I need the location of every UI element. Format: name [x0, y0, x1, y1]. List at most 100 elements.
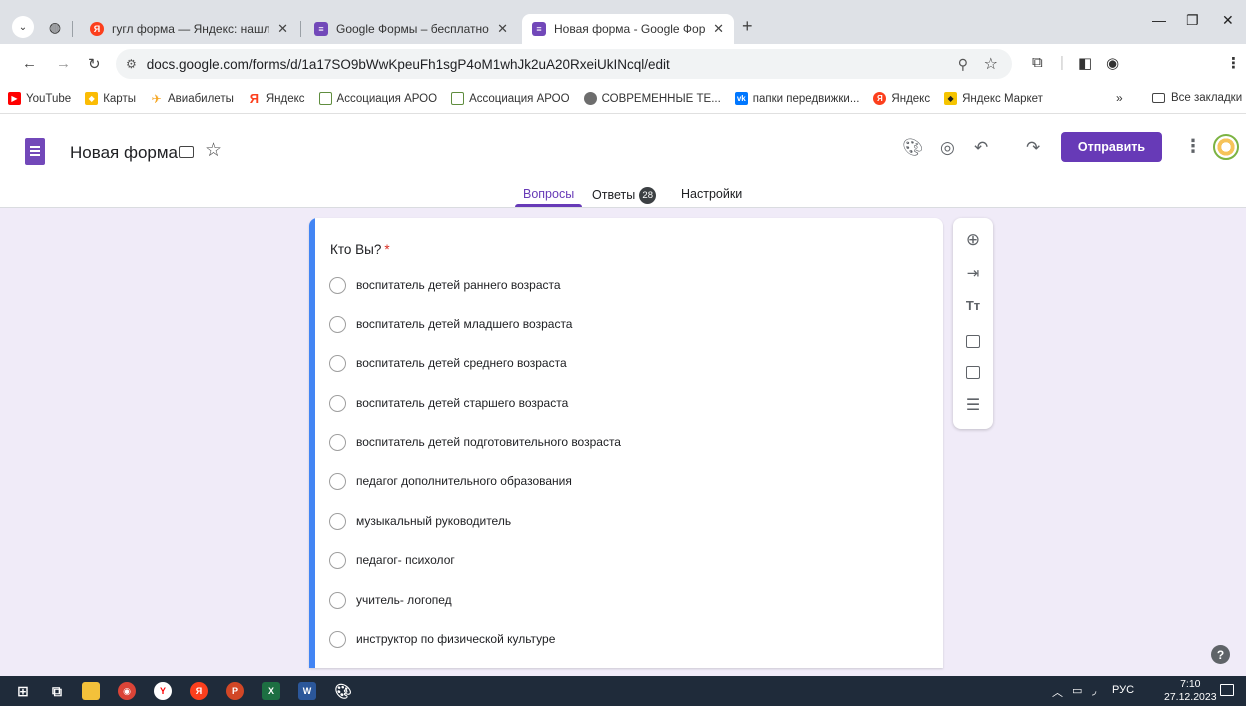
- preview-eye-icon[interactable]: ◎: [940, 138, 955, 158]
- radio-button[interactable]: [329, 315, 346, 333]
- notifications-icon[interactable]: [1220, 684, 1234, 696]
- side-panel-icon[interactable]: ◧: [1078, 54, 1092, 72]
- bookmark-maps[interactable]: ◆ Карты: [85, 92, 136, 105]
- star-icon[interactable]: ☆: [205, 139, 222, 162]
- option-item[interactable]: воспитатель детей подготовительного возр…: [329, 432, 621, 452]
- url-text[interactable]: docs.google.com/forms/d/1a17SO9bWwKpeuFh…: [147, 57, 670, 72]
- radio-button[interactable]: [329, 472, 346, 490]
- yandex-icon[interactable]: Я: [190, 682, 208, 700]
- option-item[interactable]: воспитатель детей старшего возраста: [329, 393, 568, 413]
- radio-button[interactable]: [329, 512, 346, 530]
- bookmark-star-icon[interactable]: ☆: [984, 54, 998, 74]
- tab-new-form[interactable]: ≡ Новая форма - Google Формы ✕: [522, 14, 734, 44]
- language-indicator[interactable]: РУС: [1112, 684, 1134, 696]
- clock[interactable]: 7:10 27.12.2023: [1164, 678, 1217, 704]
- close-tab-icon[interactable]: ✕: [277, 21, 288, 37]
- add-question-icon[interactable]: ⊕: [953, 230, 993, 250]
- bookmark-market[interactable]: ◆ Яндекс Маркет: [944, 92, 1043, 105]
- bookmark-aroo-2[interactable]: Ассоциация АРОО: [451, 92, 570, 105]
- option-item[interactable]: воспитатель детей младшего возраста: [329, 314, 572, 334]
- add-image-icon[interactable]: [966, 335, 980, 348]
- tab-yandex-search[interactable]: Я гугл форма — Яндекс: нашлос ✕: [80, 14, 298, 44]
- paint-icon[interactable]: 🎨︎: [334, 682, 352, 700]
- site-info-icon[interactable]: ⚙: [126, 57, 137, 71]
- bookmark-vk[interactable]: vk папки передвижки...: [734, 92, 859, 105]
- move-to-folder-icon[interactable]: [179, 146, 194, 158]
- send-button[interactable]: Отправить: [1061, 132, 1162, 162]
- add-title-icon[interactable]: Tт: [953, 298, 993, 313]
- bookmark-modern[interactable]: СОВРЕМЕННЫЕ ТЕ...: [583, 92, 721, 105]
- question-title[interactable]: Кто Вы? *: [330, 242, 390, 257]
- radio-button[interactable]: [329, 591, 346, 609]
- tab-search-icon[interactable]: ⌄: [12, 16, 34, 38]
- battery-icon[interactable]: ▭: [1072, 684, 1082, 697]
- zoom-icon[interactable]: ⚲: [958, 56, 968, 73]
- yandex-browser-icon[interactable]: Y: [154, 682, 172, 700]
- option-item[interactable]: учитель- логопед: [329, 590, 452, 610]
- option-item[interactable]: инструктор по физической культуре: [329, 629, 555, 649]
- minimize-icon[interactable]: —: [1152, 12, 1166, 28]
- chrome-menu-icon[interactable]: ⋮: [1226, 54, 1241, 72]
- wifi-icon[interactable]: ◞: [1092, 684, 1096, 697]
- bookmark-avia[interactable]: ✈ Авиабилеты: [150, 92, 233, 106]
- tab-questions[interactable]: Вопросы: [523, 187, 574, 201]
- option-item[interactable]: воспитатель детей раннего возраста: [329, 275, 561, 295]
- question-card[interactable]: Кто Вы? * воспитатель детей раннего возра…: [309, 218, 943, 668]
- profile-avatar-icon[interactable]: ◉: [1106, 54, 1119, 72]
- help-icon[interactable]: ?: [1211, 645, 1230, 664]
- close-tab-icon[interactable]: ✕: [497, 21, 508, 37]
- more-bookmarks-icon[interactable]: »: [1116, 91, 1123, 105]
- close-tab-icon[interactable]: ✕: [713, 21, 724, 37]
- tab-settings[interactable]: Настройки: [681, 187, 742, 201]
- palette-icon[interactable]: 🎨︎: [902, 138, 924, 158]
- tray-chevron-icon[interactable]: ︿: [1052, 684, 1063, 700]
- forward-icon[interactable]: →: [56, 55, 71, 72]
- option-item[interactable]: воспитатель детей среднего возраста: [329, 353, 567, 373]
- all-bookmarks-button[interactable]: Все закладки: [1152, 92, 1242, 104]
- task-view-icon[interactable]: ⧉: [48, 682, 66, 700]
- more-options-icon[interactable]: ⋮: [1184, 136, 1202, 157]
- yandex-icon: Я: [873, 92, 887, 105]
- clock-time: 7:10: [1180, 678, 1201, 690]
- restore-icon[interactable]: ❐: [1186, 12, 1199, 29]
- back-icon[interactable]: ←: [22, 55, 37, 72]
- redo-icon[interactable]: ↷: [1026, 138, 1040, 158]
- chrome-icon[interactable]: ◉: [118, 682, 136, 700]
- tab-responses[interactable]: Ответы 28: [592, 187, 657, 204]
- excel-icon[interactable]: X: [262, 682, 280, 700]
- google-forms-icon: ≡: [532, 22, 546, 36]
- add-section-icon[interactable]: ☰: [953, 395, 993, 415]
- reload-icon[interactable]: ↻: [88, 55, 101, 73]
- bookmark-youtube[interactable]: ▶ YouTube: [8, 92, 71, 105]
- extensions-icon[interactable]: ⧉: [1032, 54, 1043, 71]
- chrome-profile-icon[interactable]: ◍: [44, 16, 66, 38]
- radio-button[interactable]: [329, 433, 346, 451]
- add-video-icon[interactable]: [966, 366, 980, 379]
- radio-button[interactable]: [329, 276, 346, 294]
- tab-google-forms-info[interactable]: ≡ Google Формы – бесплатное с ✕: [304, 14, 518, 44]
- close-window-icon[interactable]: ✕: [1222, 12, 1234, 29]
- bookmark-aroo-1[interactable]: Ассоциация АРОО: [318, 92, 437, 105]
- tab-title: Google Формы – бесплатное с: [336, 22, 490, 36]
- windows-start-icon[interactable]: ⊞: [14, 682, 32, 700]
- radio-button[interactable]: [329, 551, 346, 569]
- radio-button[interactable]: [329, 630, 346, 648]
- address-bar[interactable]: ⚙ docs.google.com/forms/d/1a17SO9bWwKpeu…: [116, 49, 1012, 79]
- powerpoint-icon[interactable]: P: [226, 682, 244, 700]
- new-tab-icon[interactable]: +: [742, 16, 753, 37]
- option-item[interactable]: педагог- психолог: [329, 550, 455, 570]
- word-icon[interactable]: W: [298, 682, 316, 700]
- form-title[interactable]: Новая форма: [70, 143, 178, 163]
- radio-button[interactable]: [329, 394, 346, 412]
- file-explorer-icon[interactable]: [82, 682, 100, 700]
- market-icon: ◆: [944, 92, 958, 105]
- option-item[interactable]: музыкальный руководитель: [329, 511, 511, 531]
- bookmark-yandex-2[interactable]: Я Яндекс: [873, 92, 930, 105]
- undo-icon[interactable]: ↶: [974, 138, 988, 158]
- import-questions-icon[interactable]: ⇥: [953, 264, 993, 282]
- google-forms-logo-icon[interactable]: [25, 138, 45, 165]
- avatar[interactable]: [1213, 134, 1239, 160]
- option-item[interactable]: педагог дополнительного образования: [329, 471, 572, 491]
- bookmark-yandex[interactable]: Я Яндекс: [248, 91, 305, 106]
- radio-button[interactable]: [329, 354, 346, 372]
